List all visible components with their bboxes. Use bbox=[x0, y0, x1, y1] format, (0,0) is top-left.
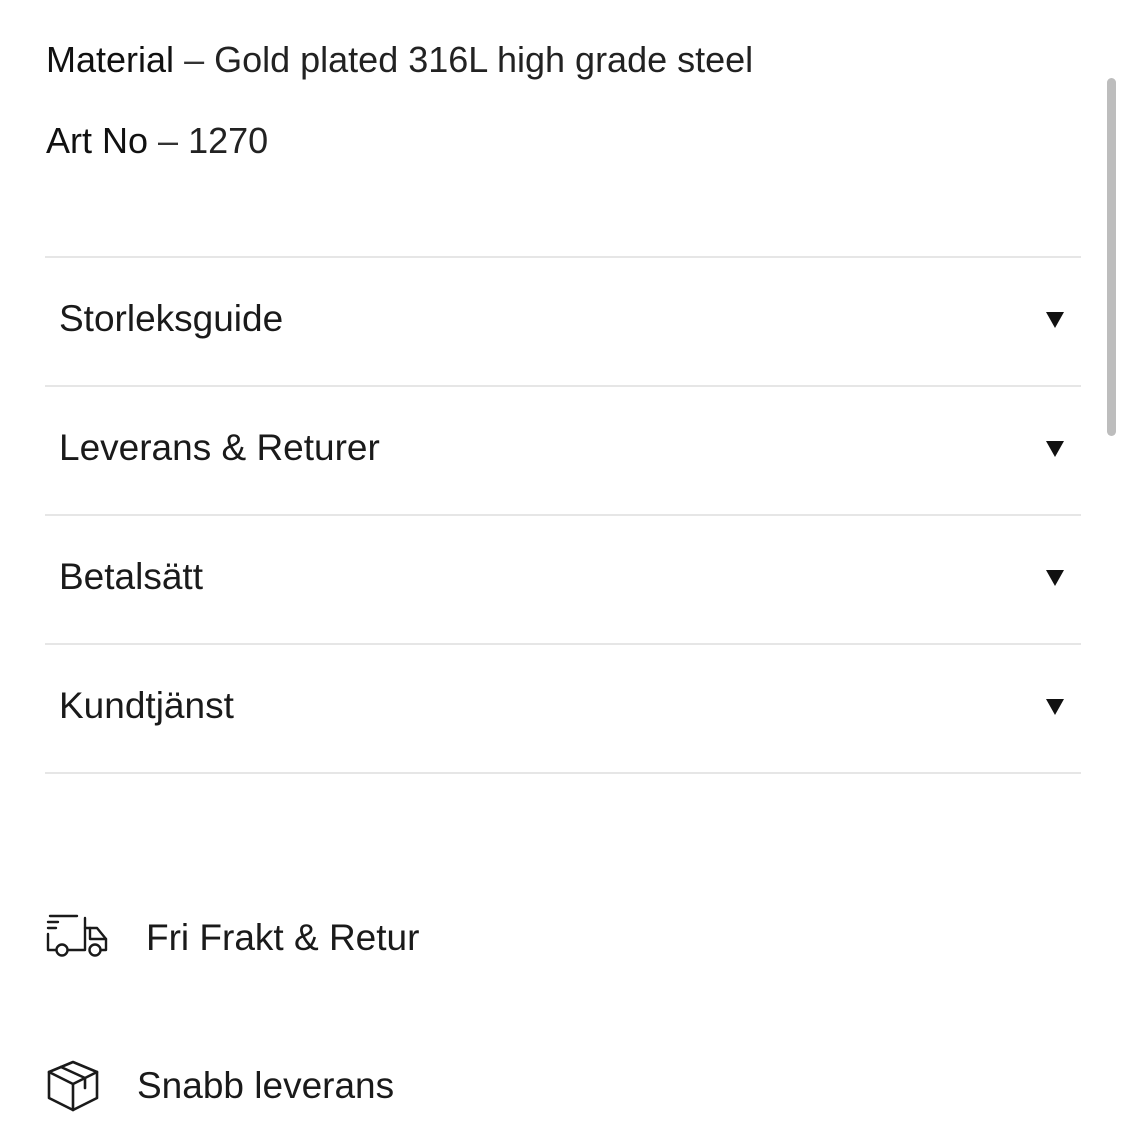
spec-art-no-value: 1270 bbox=[188, 120, 269, 161]
accordion-item-label: Storleksguide bbox=[59, 298, 284, 339]
spec-art-no-key: Art No bbox=[46, 120, 149, 161]
accordion-item-label: Kundtjänst bbox=[59, 685, 234, 726]
info-accordion: Storleksguide Leverans & Returer Betalsä… bbox=[45, 256, 1081, 774]
spec-art-no: Art No – 1270 bbox=[46, 119, 268, 163]
spec-material-value: Gold plated 316L high grade steel bbox=[214, 39, 754, 80]
caret-down-icon bbox=[1046, 699, 1064, 715]
accordion-item-size-guide[interactable]: Storleksguide bbox=[45, 256, 1081, 385]
scrollbar-thumb[interactable] bbox=[1107, 78, 1116, 436]
accordion-item-label: Betalsätt bbox=[59, 556, 203, 597]
spec-material-key: Material bbox=[46, 39, 175, 80]
feature-label: Fri Frakt & Retur bbox=[146, 917, 420, 958]
accordion-item-delivery-returns[interactable]: Leverans & Returer bbox=[45, 385, 1081, 514]
accordion-item-label: Leverans & Returer bbox=[59, 427, 380, 468]
accordion-item-customer-service[interactable]: Kundtjänst bbox=[45, 643, 1081, 774]
package-box-icon bbox=[45, 1058, 101, 1119]
spec-material: Material – Gold plated 316L high grade s… bbox=[46, 38, 753, 82]
delivery-truck-icon bbox=[45, 910, 111, 965]
caret-down-icon bbox=[1046, 312, 1064, 328]
caret-down-icon bbox=[1046, 441, 1064, 457]
caret-down-icon bbox=[1046, 570, 1064, 586]
accordion-item-payment-methods[interactable]: Betalsätt bbox=[45, 514, 1081, 643]
spec-separator: – bbox=[158, 120, 189, 161]
spec-separator: – bbox=[184, 39, 215, 80]
feature-label: Snabb leverans bbox=[137, 1065, 395, 1106]
